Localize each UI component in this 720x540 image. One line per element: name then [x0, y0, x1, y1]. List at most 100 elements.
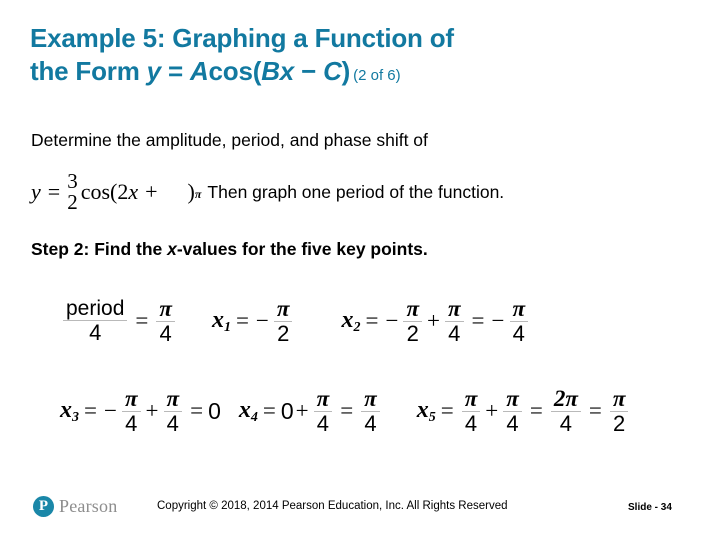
x4-result-denominator: 4: [364, 411, 377, 436]
x3-equals-2: =: [190, 398, 204, 423]
x2-result-numerator: π: [509, 297, 529, 322]
x4-var: x: [238, 396, 251, 423]
x4-result-numerator: π: [361, 387, 380, 412]
x2-subscript: 2: [353, 319, 361, 335]
x3-equals: =: [84, 398, 97, 423]
x4-plus: +: [295, 398, 309, 423]
prompt-text-after-equation: Then graph one period of the function.: [207, 181, 505, 202]
x5-numerator-1: π: [461, 387, 481, 412]
math-row-2: x3 = − π 4 + π 4 = 0 x 4 = 0 + π 4 = π 4 …: [60, 375, 660, 447]
x5-numerator-2: π: [503, 387, 522, 412]
pearson-p-icon: P: [33, 496, 54, 517]
title-var-x: x: [279, 55, 295, 86]
period-result-fraction: π 4: [156, 297, 175, 345]
title-cos: cos(: [208, 55, 262, 86]
eq-lhs-y: y: [31, 179, 41, 204]
x3-result: 0: [208, 397, 221, 424]
x3-var: x: [60, 396, 72, 423]
page-title: Example 5: Graphing a Function of the Fo…: [30, 22, 690, 88]
period-result-denominator: 4: [159, 321, 172, 346]
x5-equals-2: =: [529, 398, 543, 423]
x2-equals: =: [365, 308, 379, 333]
x4-fraction-1: π 4: [313, 387, 333, 436]
x5-result-fraction: π 2: [609, 387, 629, 435]
prompt-text-line-1: Determine the amplitude, period, and pha…: [31, 130, 428, 150]
title-var-b: B: [261, 55, 280, 86]
x3-numerator-2: π: [163, 387, 183, 412]
x5-result-numerator: π: [609, 387, 629, 412]
eq-cos-open: cos(: [80, 179, 118, 204]
math-row-1: period 4 = π 4 x1 = − π 2 x2 = − π 2 + π…: [60, 285, 660, 357]
x1-denominator: 2: [277, 321, 290, 346]
period-over-four-expression: period 4 = π 4: [60, 297, 178, 345]
x2-numerator-2: π: [444, 297, 464, 322]
x3-subscript: 3: [72, 409, 79, 425]
x1-equals: =: [235, 308, 249, 333]
x3-denominator-1: 4: [125, 411, 138, 436]
x2-expression: x2 = − π 2 + π 4 = − π 4: [341, 297, 531, 345]
x1-sign: −: [255, 308, 269, 333]
step-heading: Step 2: Find the x-values for the five k…: [31, 239, 428, 260]
x2-sign-2: −: [491, 308, 505, 333]
pearson-logo: P Pearson: [33, 496, 117, 517]
x5-denominator-3: 4: [559, 411, 572, 436]
step-heading-var-x: x: [167, 239, 177, 259]
eq-inner-var: x: [128, 179, 139, 204]
x2-fraction-2: π 4: [444, 297, 464, 346]
eq-coefficient-numerator: 3: [67, 168, 78, 193]
x1-fraction: π 2: [273, 297, 293, 346]
x1-label: x1: [212, 307, 231, 336]
title-equals: =: [160, 55, 190, 86]
title-slide-counter: (2 of 6): [353, 66, 401, 84]
key-points-math-block: period 4 = π 4 x1 = − π 2 x2 = − π 2 + π…: [60, 285, 660, 447]
x4-equals: =: [262, 398, 276, 423]
slide-footer: P Pearson Copyright © 2018, 2014 Pearson…: [0, 488, 720, 540]
title-var-y: y: [146, 55, 161, 86]
x2-numerator-1: π: [403, 297, 422, 322]
step-heading-rest: -values for the five key points.: [176, 239, 428, 259]
x5-denominator-1: 4: [464, 411, 478, 436]
step-heading-label: Step 2: Find the: [31, 239, 168, 259]
x4-numerator-1: π: [313, 387, 333, 412]
x3-plus: +: [145, 398, 159, 423]
x3-denominator-2: 4: [166, 411, 179, 436]
x3-expression: x3 = − π 4 + π 4 = 0: [60, 387, 221, 435]
title-minus: −: [294, 55, 324, 86]
eq-inner-op: +: [145, 179, 158, 204]
period-fraction: period 4: [63, 298, 128, 344]
x2-denominator-1: 2: [406, 321, 419, 346]
x1-subscript: 1: [223, 319, 231, 335]
title-form-text: the Form: [30, 55, 147, 86]
pearson-wordmark: Pearson: [59, 496, 118, 516]
slide-number: Slide - 34: [628, 502, 672, 513]
x4-expression: x4 = 0 + π 4 = π 4: [239, 387, 383, 435]
x2-denominator-2: 4: [448, 321, 461, 346]
x3-fraction-1: π 4: [121, 387, 141, 436]
x2-sign-1: −: [385, 308, 399, 333]
period-numerator: period: [63, 298, 128, 321]
x2-var: x: [341, 306, 354, 333]
x5-fraction-1: π 4: [461, 387, 481, 436]
x2-result-fraction: π 4: [509, 297, 529, 346]
x4-result-fraction: π 4: [361, 387, 380, 435]
eq-paren-close: ): [187, 179, 195, 204]
inline-equation-row: y = 3 2 cos( 2 x + ) π Then graph one pe…: [31, 168, 504, 216]
x3-numerator-1: π: [121, 387, 141, 412]
title-var-c: C: [323, 55, 342, 86]
x5-var: x: [416, 396, 429, 423]
x2-result-denominator: 4: [512, 321, 525, 346]
title-line-1: Example 5: Graphing a Function of: [30, 23, 454, 53]
copyright-notice: Copyright © 2018, 2014 Pearson Education…: [157, 500, 508, 512]
x4-equals-2: =: [340, 398, 354, 423]
x5-fraction-2: π 4: [503, 387, 522, 435]
x2-equals-2: =: [471, 308, 485, 333]
x4-denominator-1: 4: [316, 411, 330, 436]
x5-plus: +: [485, 398, 499, 423]
x1-var: x: [211, 306, 224, 333]
eq-coefficient-denominator: 2: [67, 189, 78, 214]
x5-numerator-3: 2π: [550, 387, 581, 412]
x3-sign: −: [103, 398, 117, 423]
x5-denominator-2: 4: [506, 411, 519, 436]
x2-plus: +: [427, 308, 440, 333]
eq-equals: =: [47, 179, 61, 204]
